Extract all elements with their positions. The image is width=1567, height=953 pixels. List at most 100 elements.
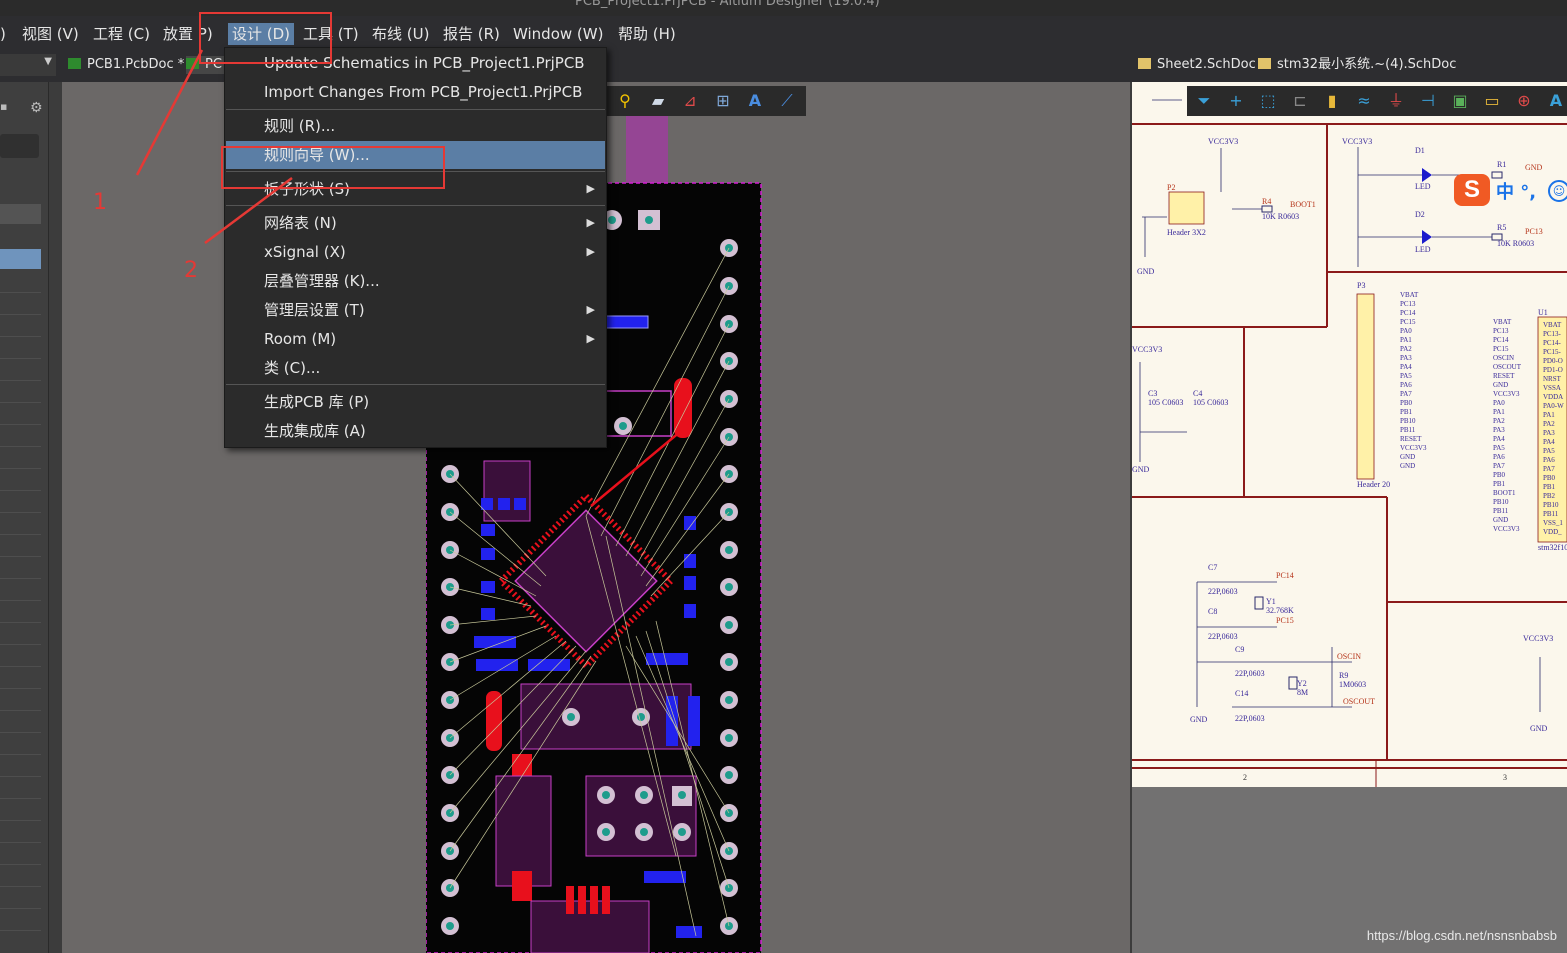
window-title: PCB_Project1.PrjPCB - Altium Designer (1…: [575, 0, 880, 9]
pin-label: PA3: [1400, 354, 1412, 362]
ref-label: D1: [1415, 146, 1425, 155]
net-label: PC14: [1276, 571, 1294, 580]
menu-item-label: 生成PCB 库 (P): [264, 393, 370, 411]
net-label: GND: [1525, 163, 1543, 172]
led-d1-symbol: [1422, 168, 1432, 182]
pin-label: PC15-: [1543, 348, 1561, 356]
menu-window[interactable]: Window (W): [513, 23, 603, 45]
pin-label: GND: [1493, 381, 1509, 389]
part-icon[interactable]: ▮: [1323, 92, 1341, 110]
crystal-y1: [1254, 596, 1264, 610]
net-label: GND: [1190, 715, 1208, 724]
part-label: 8M: [1297, 688, 1309, 697]
pin-label: PA1: [1400, 336, 1412, 344]
tab-sheet2[interactable]: Sheet2.SchDoc: [1138, 56, 1256, 74]
crosshair-icon[interactable]: +: [1227, 92, 1245, 110]
smd-pad: [605, 315, 649, 329]
annotation-arrow-1: [135, 49, 204, 176]
net-label: OSCOUT: [1343, 697, 1376, 706]
menu-item-label: 生成集成库 (A): [264, 422, 366, 440]
pin-label: PC14: [1400, 309, 1416, 317]
panel-divider: [0, 600, 41, 601]
panel-divider: [0, 358, 41, 359]
text-icon[interactable]: A: [746, 92, 764, 110]
net-label: GND: [1137, 267, 1155, 276]
pin-label: PD0-O: [1543, 357, 1563, 365]
part-label: 22P,0603: [1208, 587, 1238, 596]
pin-label: VCC3V3: [1493, 525, 1520, 533]
ime-mode-text: 中 °,: [1496, 182, 1537, 203]
ime-toolbar[interactable]: S 中 °, ☺: [1450, 172, 1567, 208]
probe-icon[interactable]: ⚲: [616, 92, 634, 110]
port-icon[interactable]: ⊣: [1419, 92, 1437, 110]
annotation-arrow-2: [204, 176, 293, 245]
menu-make-pcb-library[interactable]: 生成PCB 库 (P): [226, 388, 605, 416]
pin-label: PC15: [1493, 345, 1509, 353]
align-icon[interactable]: ⊏: [1291, 92, 1309, 110]
part-label: 22P,0603: [1208, 632, 1238, 641]
sheet-entry-icon[interactable]: ▭: [1483, 92, 1501, 110]
dimension-icon[interactable]: ⊞: [714, 92, 732, 110]
schematic-toolbar: ⏷ + ⬚ ⊏ ▮ ≈ ⏚ ⊣ ▣ ▭ ⊕ A: [1187, 86, 1567, 116]
pcb-toolbar: ⚲ ▰ ⊿ ⊞ A ⟋: [606, 86, 806, 116]
menu-help[interactable]: 帮助 (H): [618, 23, 676, 45]
pin-label: PA1: [1543, 411, 1555, 419]
menu-make-integrated-library[interactable]: 生成集成库 (A): [226, 417, 605, 445]
panel-divider: [0, 930, 41, 931]
part-label: 1M0603: [1339, 680, 1367, 689]
submenu-arrow-icon: ▶: [586, 245, 595, 258]
panel-divider: [0, 336, 41, 337]
part-label: 32.768K: [1266, 606, 1294, 615]
pin-label: PB11: [1543, 510, 1559, 518]
net-label: VCC3V3: [1342, 137, 1373, 146]
menu-item-label: 类 (C)...: [264, 359, 321, 377]
pin-label: PA4: [1493, 435, 1505, 443]
pin-label: PA6: [1543, 456, 1555, 464]
smiley-icon: ☺: [1548, 180, 1567, 202]
text-icon[interactable]: A: [1547, 92, 1565, 110]
crystal-y2: [1288, 676, 1298, 690]
pin-label: PB1: [1400, 408, 1413, 416]
menu-manage-layer-sets[interactable]: 管理层设置 (T) ▶: [226, 296, 605, 324]
tab-stm32[interactable]: stm32最小系统.~(4).SchDoc: [1258, 56, 1456, 74]
part-label: 10K R0603: [1262, 212, 1300, 221]
menu-separator: [226, 384, 605, 385]
pin-label: BOOT1: [1493, 489, 1516, 497]
pin-label: PA5: [1400, 372, 1412, 380]
panel-divider: [0, 446, 41, 447]
no-erc-icon[interactable]: ⊕: [1515, 92, 1533, 110]
pin-label: PA0: [1493, 399, 1505, 407]
menu-item-label: Room (M): [264, 330, 337, 348]
pin-label: PB1: [1543, 483, 1556, 491]
header-p2-symbol: [1168, 191, 1205, 225]
pin-label: PA2: [1543, 420, 1555, 428]
harness-icon[interactable]: ▣: [1451, 92, 1469, 110]
bus-icon[interactable]: ≈: [1355, 92, 1373, 110]
select-area-icon[interactable]: ⬚: [1259, 92, 1277, 110]
filter-icon[interactable]: ⏷: [1195, 92, 1213, 110]
pin-label: PB10: [1493, 498, 1509, 506]
line-icon[interactable]: ⟋: [778, 92, 796, 110]
ground-icon[interactable]: ⏚: [1387, 92, 1405, 110]
menu-classes[interactable]: 类 (C)...: [226, 354, 605, 382]
panel-divider: [0, 468, 41, 469]
pin-label: PA0-W: [1543, 402, 1564, 410]
chart-icon[interactable]: ⊿: [681, 92, 699, 110]
submenu-arrow-icon: ▶: [586, 182, 595, 195]
pin-label: PB11: [1493, 507, 1509, 515]
panel-divider: [0, 644, 41, 645]
zone-number: 3: [1503, 773, 1507, 782]
pin-label: PA5: [1493, 444, 1505, 452]
panel-divider: [0, 886, 41, 887]
menu-room[interactable]: Room (M) ▶: [226, 325, 605, 353]
pin-label: VBAT: [1400, 291, 1419, 299]
pin-label: PA0: [1400, 327, 1412, 335]
pin-label: PC13-: [1543, 330, 1561, 338]
ref-label: C7: [1208, 563, 1218, 572]
ref-label: R5: [1497, 223, 1507, 232]
annotation-step-2: 2: [184, 258, 198, 283]
panel-divider: [0, 578, 41, 579]
place-component-icon[interactable]: ▰: [649, 92, 667, 110]
panel-divider: [0, 402, 41, 403]
pin-label: VCC3V3: [1493, 390, 1520, 398]
